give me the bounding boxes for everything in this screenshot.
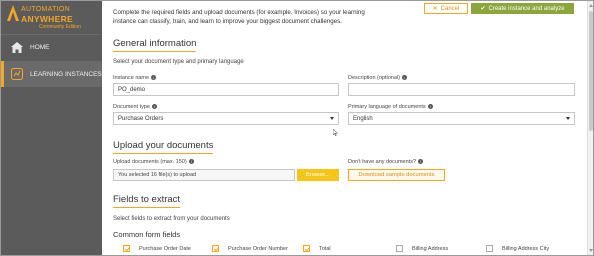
checkbox-purchase-order-date[interactable]: Purchase Order Date [123,245,191,252]
intro-text: Complete the required fields and upload … [113,9,365,25]
language-label-text: Primary language of documents [348,104,426,110]
instance-name-input[interactable]: PO_demo [113,83,339,96]
instance-name-label-text: Instance name [113,75,150,81]
browse-button[interactable]: Browse... [297,169,339,181]
mouse-cursor-icon [333,129,338,136]
logo: AUTOMATION ANYWHERE Community Edition [1,1,102,34]
instance-name-label: Instance name i [113,75,157,81]
sidebar-item-label: LEARNING INSTANCES [30,70,102,78]
no-docs-label-text: Don't have any documents? [348,159,417,165]
logo-mark-icon [7,5,19,21]
download-samples-button[interactable]: Download sample documents [348,169,445,181]
checkbox-checked-icon [212,245,219,252]
section-title-fields: Fields to extract [113,194,181,208]
sidebar: AUTOMATION ANYWHERE Community Edition HO… [1,1,102,255]
logo-line2: ANYWHERE [21,14,73,24]
chevron-down-icon [566,117,570,120]
info-icon: i [152,104,157,110]
upload-label: Upload documents (max. 150) i [113,159,194,165]
logo-line1: AUTOMATION [21,6,71,13]
scroll-thumb[interactable] [589,11,593,131]
info-icon: i [151,75,157,81]
home-icon [10,41,24,55]
scroll-up-icon[interactable] [589,4,593,7]
language-label: Primary language of documents i [348,104,433,110]
main-content: Complete the required fields and upload … [102,1,587,255]
checkbox-unchecked-icon [486,245,493,252]
checkmark-icon: ✔ [480,6,486,12]
document-type-value: Purchase Orders [118,115,164,122]
section-underline [113,51,197,52]
info-icon: i [188,159,194,165]
checkbox-purchase-order-number[interactable]: Purchase Order Number [212,245,288,252]
section-title-upload: Upload your documents [113,140,214,154]
vertical-scrollbar[interactable] [587,1,593,255]
checkbox-billing-address-city[interactable]: Billing Address City [486,245,549,252]
sidebar-item-learning-instances[interactable]: LEARNING INSTANCES [1,61,102,87]
section-title-text: General information [113,38,197,49]
fields-subtitle: Select fields to extract from your docum… [113,216,230,222]
document-type-label: Document type i [113,104,157,110]
info-icon: i [401,75,407,81]
document-type-label-text: Document type [113,104,150,110]
document-type-select[interactable]: Purchase Orders [113,112,339,125]
scroll-down-icon[interactable] [589,249,593,252]
sidebar-item-label: HOME [30,44,50,51]
logo-line3: Community Edition [39,24,81,30]
instance-name-value: PO_demo [118,86,146,93]
section-underline [113,207,181,208]
language-value: English [353,115,373,122]
section-title-text: Upload your documents [113,140,214,151]
sidebar-item-home[interactable]: HOME [1,34,102,60]
description-label-text: Description (optional) [348,75,400,81]
learning-instances-icon [10,67,24,81]
section-underline [113,153,214,154]
cancel-label: Cancel [440,5,460,12]
language-select[interactable]: English [348,112,575,125]
chevron-down-icon [330,117,334,120]
create-label: Create instance and analyze [488,5,565,12]
cancel-button[interactable]: ✕ Cancel [424,3,468,14]
info-icon: i [427,104,433,110]
checkbox-label: Billing Address [412,245,449,252]
upload-label-text: Upload documents (max. 150) [113,159,187,165]
no-docs-label: Don't have any documents? i [348,159,424,165]
checkbox-label: Purchase Order Date [139,245,191,252]
create-instance-button[interactable]: ✔ Create instance and analyze [471,3,574,14]
checkbox-unchecked-icon [396,245,403,252]
checkbox-billing-address[interactable]: Billing Address [396,245,448,252]
checkbox-row: Purchase Order Date Purchase Order Numbe… [102,245,587,255]
description-label: Description (optional) i [348,75,407,81]
checkbox-checked-icon [303,245,310,252]
upload-status-field: You selected 16 file(s) to upload [113,169,295,181]
common-fields-title: Common form fields [113,230,181,239]
general-subtitle: Select your document type and primary la… [113,59,244,65]
checkbox-total[interactable]: Total [303,245,331,252]
description-input[interactable] [348,83,575,96]
section-title-text: Fields to extract [113,194,181,205]
section-title-general: General information [113,38,197,52]
checkbox-label: Purchase Order Number [228,245,288,252]
upload-status-text: You selected 16 file(s) to upload [118,172,197,178]
checkbox-label: Billing Address City [502,245,550,252]
info-icon: i [418,159,424,165]
checkbox-checked-icon [123,245,130,252]
checkbox-label: Total [319,245,331,252]
close-icon: ✕ [432,6,438,12]
